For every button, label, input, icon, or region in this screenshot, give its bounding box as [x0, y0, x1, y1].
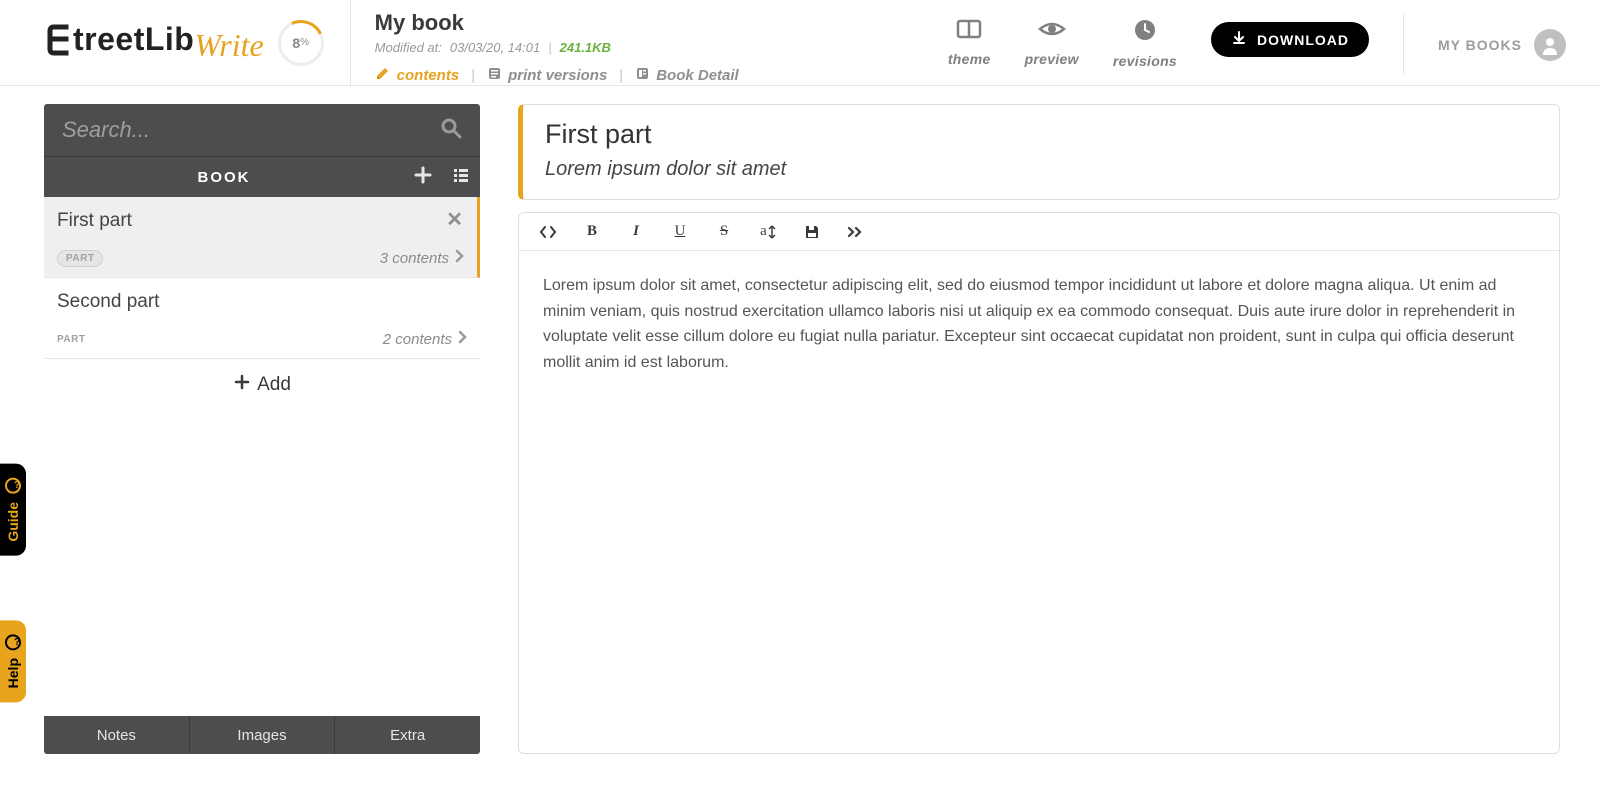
- arrows-icon: [768, 225, 776, 239]
- clock-icon: [1133, 18, 1157, 47]
- add-part-button[interactable]: [404, 166, 442, 189]
- book-title: My book: [375, 10, 924, 36]
- my-books-link[interactable]: MY BOOKS: [1404, 4, 1600, 85]
- part-count[interactable]: 2 contents: [383, 330, 467, 348]
- more-button[interactable]: [847, 226, 865, 238]
- app-header: treetLib Write 8% My book Modified at: 0…: [0, 0, 1600, 86]
- strike-button[interactable]: S: [715, 223, 733, 240]
- eye-icon: [1038, 18, 1066, 45]
- help-circle-icon: ?: [5, 634, 21, 650]
- tab-contents-label: contents: [397, 67, 460, 84]
- modified-date: 03/03/20, 14:01: [450, 40, 540, 55]
- download-button[interactable]: DOWNLOAD: [1211, 22, 1369, 57]
- close-icon[interactable]: ✕: [446, 207, 463, 232]
- italic-button[interactable]: I: [627, 223, 645, 240]
- preview-action[interactable]: preview: [1025, 18, 1079, 67]
- chevron-right-icon: [455, 249, 464, 267]
- guide-tab[interactable]: Guide ?: [0, 464, 26, 556]
- book-strip: BOOK: [44, 156, 480, 197]
- tab-book-detail[interactable]: Book Detail: [635, 66, 739, 85]
- download-icon: [1231, 30, 1247, 49]
- progress-ring: 8%: [278, 20, 324, 66]
- tab-print-versions[interactable]: print versions: [487, 66, 607, 85]
- editor: First part Lorem ipsum dolor sit amet B …: [480, 86, 1600, 798]
- book-tabs: contents | print versions | Book Detail: [375, 65, 924, 85]
- add-label: Add: [257, 374, 291, 396]
- part-badge: PART: [57, 332, 93, 347]
- search-icon[interactable]: [440, 117, 462, 144]
- theme-icon: [956, 18, 982, 45]
- code-button[interactable]: [539, 225, 557, 239]
- file-size: 241.1KB: [560, 40, 611, 55]
- top-actions: theme preview revisions DOWNLOAD: [948, 0, 1403, 85]
- help-tab[interactable]: Help ?: [0, 620, 26, 702]
- modified-label: Modified at:: [375, 40, 442, 55]
- search-input[interactable]: [62, 117, 440, 143]
- detail-icon: [635, 66, 650, 85]
- help-circle-icon: ?: [5, 478, 21, 494]
- part-item-2[interactable]: Second part PART 2 contents: [44, 278, 480, 359]
- editor-title: First part: [545, 119, 1537, 150]
- book-icon: [487, 66, 502, 85]
- code-icon: [539, 225, 557, 239]
- editor-header[interactable]: First part Lorem ipsum dolor sit amet: [518, 104, 1560, 200]
- bold-button[interactable]: B: [583, 223, 601, 240]
- part-title: First part: [57, 210, 464, 232]
- book-strip-label: BOOK: [44, 169, 404, 186]
- revisions-action[interactable]: revisions: [1113, 18, 1177, 69]
- logo-brand-text: treetLib: [73, 21, 194, 58]
- part-title: Second part: [57, 291, 467, 313]
- search-bar: [44, 104, 480, 156]
- part-badge: PART: [57, 250, 103, 267]
- logo[interactable]: treetLib Write: [46, 21, 264, 64]
- main: BOOK First part ✕ PART 3 contents Second…: [0, 86, 1600, 798]
- theme-action[interactable]: theme: [948, 18, 991, 67]
- list-view-button[interactable]: [442, 166, 480, 189]
- part-count[interactable]: 3 contents: [380, 249, 464, 267]
- editor-content[interactable]: Lorem ipsum dolor sit amet, consectetur …: [519, 251, 1559, 397]
- save-icon: [804, 224, 820, 240]
- logo-write-text: Write: [194, 27, 263, 64]
- book-meta: Modified at: 03/03/20, 14:01 | 241.1KB: [375, 40, 924, 55]
- my-books-label: MY BOOKS: [1438, 37, 1522, 53]
- svg-text:?: ?: [14, 481, 20, 492]
- edit-icon: [375, 65, 391, 85]
- sidebar-bottom-tabs: Notes Images Extra: [44, 716, 480, 754]
- tab-notes[interactable]: Notes: [44, 716, 190, 754]
- chevron-right-icon: [458, 330, 467, 348]
- part-item-1[interactable]: First part ✕ PART 3 contents: [44, 197, 480, 278]
- progress-unit: %: [300, 37, 309, 48]
- revisions-label: revisions: [1113, 53, 1177, 69]
- svg-text:?: ?: [14, 637, 20, 648]
- guide-label: Guide: [5, 502, 21, 542]
- progress-value: 8: [292, 35, 300, 51]
- tab-contents[interactable]: contents: [375, 65, 460, 85]
- tab-detail-label: Book Detail: [656, 67, 739, 84]
- download-label: DOWNLOAD: [1257, 32, 1349, 48]
- underline-button[interactable]: U: [671, 223, 689, 240]
- theme-label: theme: [948, 51, 991, 67]
- preview-label: preview: [1025, 51, 1079, 67]
- avatar[interactable]: [1534, 29, 1566, 61]
- plus-icon: [233, 373, 251, 397]
- help-label: Help: [5, 658, 21, 688]
- sidebar: BOOK First part ✕ PART 3 contents Second…: [0, 86, 480, 798]
- user-icon: [1540, 35, 1560, 55]
- chevron-double-right-icon: [847, 226, 865, 238]
- add-part-row[interactable]: Add: [44, 359, 480, 411]
- tab-images[interactable]: Images: [190, 716, 336, 754]
- save-button[interactable]: [803, 224, 821, 240]
- tab-print-label: print versions: [508, 67, 607, 84]
- fontsize-button[interactable]: a: [759, 223, 777, 240]
- logo-bracket-icon: [46, 24, 70, 56]
- editor-subtitle: Lorem ipsum dolor sit amet: [545, 158, 1537, 181]
- editor-toolbar: B I U S a: [519, 213, 1559, 251]
- editor-body: B I U S a Lorem ipsum dolor sit amet, co…: [518, 212, 1560, 754]
- logo-block: treetLib Write 8%: [0, 0, 351, 85]
- tab-extra[interactable]: Extra: [335, 716, 480, 754]
- book-header: My book Modified at: 03/03/20, 14:01 | 2…: [351, 0, 948, 85]
